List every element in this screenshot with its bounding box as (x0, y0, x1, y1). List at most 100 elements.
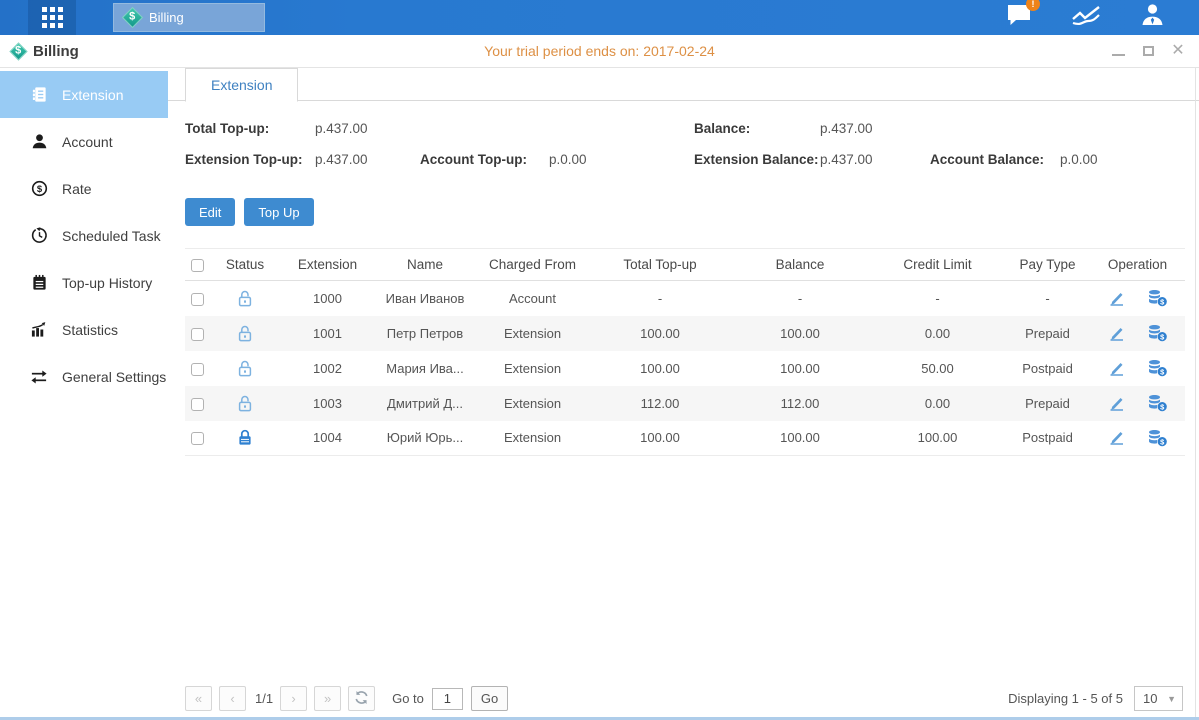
page-indicator: 1/1 (255, 691, 273, 706)
credit-limit-cell: 100.00 (870, 421, 1005, 456)
edit-icon[interactable] (1107, 290, 1126, 307)
sidebar-item-top-up-history[interactable]: Top-up History (0, 259, 168, 306)
sidebar-item-general-settings[interactable]: General Settings (0, 353, 168, 400)
top-up-button[interactable]: Top Up (244, 198, 313, 226)
column-header-total-top-up: Total Top-up (590, 249, 730, 281)
topup-history-icon (29, 274, 49, 291)
column-header-balance: Balance (730, 249, 870, 281)
goto-label: Go to (392, 691, 424, 706)
prev-page-button[interactable]: ‹ (219, 686, 246, 711)
sidebar-item-rate[interactable]: $ Rate (0, 165, 168, 212)
topup-icon[interactable]: $ (1147, 394, 1168, 412)
column-header-pay-type: Pay Type (1005, 249, 1090, 281)
credit-limit-cell: 50.00 (870, 351, 1005, 386)
row-checkbox[interactable] (191, 398, 204, 411)
user-account-button[interactable] (1140, 3, 1165, 32)
maximize-button[interactable] (1141, 44, 1155, 58)
sidebar-item-extension[interactable]: Extension (0, 71, 168, 118)
account-icon (29, 133, 49, 150)
name-cell: Петр Петров (375, 316, 475, 351)
select-all-checkbox[interactable] (191, 259, 204, 272)
resource-monitor-button[interactable] (1071, 4, 1102, 31)
lock-open-icon (237, 290, 253, 307)
goto-page-input[interactable] (432, 688, 463, 710)
balance-label: Balance: (694, 121, 750, 136)
sidebar: Extension Account $ Rate Scheduled Task … (0, 68, 168, 720)
window-titlebar: $ Billing Your trial period ends on: 201… (0, 35, 1199, 68)
credit-limit-cell: 0.00 (870, 316, 1005, 351)
extension-balance-label: Extension Balance: (694, 152, 819, 167)
balance-value: p.437.00 (820, 121, 873, 136)
charged-from-cell: Extension (475, 386, 590, 421)
column-header-credit-limit: Credit Limit (870, 249, 1005, 281)
next-page-button[interactable]: › (280, 686, 307, 711)
column-header-operation: Operation (1090, 249, 1185, 281)
rate-icon: $ (29, 180, 49, 197)
lock-open-icon (237, 395, 253, 412)
billing-window-icon: $ (9, 42, 27, 60)
refresh-button[interactable] (348, 686, 375, 711)
table-row: 1002 Мария Ива... Extension 100.00 100.0… (185, 351, 1185, 386)
topup-icon[interactable]: $ (1147, 324, 1168, 342)
first-page-button[interactable]: « (185, 686, 212, 711)
main-content: Extension Total Top-up: p.437.00 Balance… (168, 68, 1199, 720)
taskbar-item-billing[interactable]: $ Billing (113, 3, 265, 32)
edit-icon[interactable] (1107, 429, 1126, 446)
sidebar-item-statistics[interactable]: Statistics (0, 306, 168, 353)
account-topup-value: p.0.00 (549, 152, 587, 167)
lock-open-icon (237, 360, 253, 377)
charged-from-cell: Extension (475, 316, 590, 351)
credit-limit-cell: - (870, 281, 1005, 316)
extension-cell: 1004 (280, 421, 375, 456)
total-topup-cell: 100.00 (590, 351, 730, 386)
table-row: 1000 Иван Иванов Account - - - - $ (185, 281, 1185, 316)
extension-topup-value: p.437.00 (315, 152, 368, 167)
sidebar-item-account[interactable]: Account (0, 118, 168, 165)
topup-icon[interactable]: $ (1147, 289, 1168, 307)
column-header-extension: Extension (280, 249, 375, 281)
total-topup-value: p.437.00 (315, 121, 368, 136)
pay-type-cell: Postpaid (1005, 421, 1090, 456)
table-row: 1003 Дмитрий Д... Extension 112.00 112.0… (185, 386, 1185, 421)
lock-open-icon (237, 325, 253, 342)
edit-icon[interactable] (1107, 395, 1126, 412)
tab-extension[interactable]: Extension (185, 68, 298, 102)
row-checkbox[interactable] (191, 293, 204, 306)
pay-type-cell: Postpaid (1005, 351, 1090, 386)
charged-from-cell: Account (475, 281, 590, 316)
name-cell: Юрий Юрь... (375, 421, 475, 456)
edit-button[interactable]: Edit (185, 198, 235, 226)
edit-icon[interactable] (1107, 360, 1126, 377)
topup-icon[interactable]: $ (1147, 429, 1168, 447)
extension-cell: 1001 (280, 316, 375, 351)
balance-cell: 100.00 (730, 351, 870, 386)
topup-icon[interactable]: $ (1147, 359, 1168, 377)
sidebar-item-scheduled-task[interactable]: Scheduled Task (0, 212, 168, 259)
account-topup-label: Account Top-up: (420, 152, 527, 167)
scheduled-task-icon (29, 227, 49, 244)
extension-cell: 1000 (280, 281, 375, 316)
close-button[interactable]: ✕ (1171, 44, 1185, 58)
account-balance-label: Account Balance: (930, 152, 1044, 167)
page-size-value: 10 (1143, 691, 1157, 706)
row-checkbox[interactable] (191, 363, 204, 376)
total-topup-cell: - (590, 281, 730, 316)
apps-grid-icon (42, 7, 63, 28)
row-checkbox[interactable] (191, 328, 204, 341)
notifications-button[interactable]: ! (1006, 3, 1033, 32)
app-grid-button[interactable] (28, 0, 76, 35)
minimize-button[interactable] (1111, 44, 1125, 58)
pay-type-cell: - (1005, 281, 1090, 316)
credit-limit-cell: 0.00 (870, 386, 1005, 421)
go-button[interactable]: Go (471, 686, 508, 711)
action-buttons: Edit Top Up (168, 198, 1199, 226)
pay-type-cell: Prepaid (1005, 316, 1090, 351)
charged-from-cell: Extension (475, 421, 590, 456)
total-topup-cell: 112.00 (590, 386, 730, 421)
last-page-button[interactable]: » (314, 686, 341, 711)
row-checkbox[interactable] (191, 432, 204, 445)
page-size-select[interactable]: 10 ▼ (1134, 686, 1183, 711)
column-header-name: Name (375, 249, 475, 281)
balance-cell: - (730, 281, 870, 316)
edit-icon[interactable] (1107, 325, 1126, 342)
